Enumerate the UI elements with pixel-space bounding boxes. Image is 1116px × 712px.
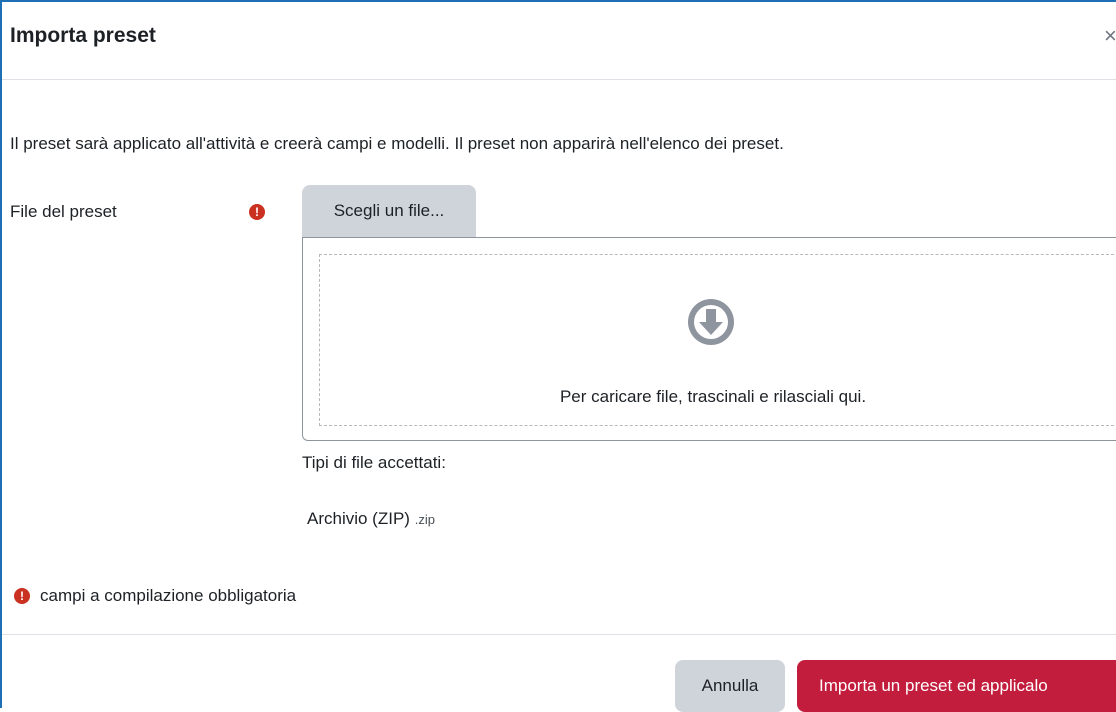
choose-file-button[interactable]: Scegli un file... [302,185,476,237]
download-icon [688,299,734,345]
import-apply-button[interactable]: Importa un preset ed applicalo [797,660,1116,712]
accepted-type-item: Archivio (ZIP) .zip [307,509,435,529]
modal-title: Importa preset [10,24,156,47]
accepted-type-name: Archivio (ZIP) [307,509,410,528]
required-legend-icon: ! [14,588,30,604]
footer-divider [2,634,1116,635]
modal-header: Importa preset × [2,2,1116,80]
import-preset-modal: Importa preset × Il preset sarà applicat… [0,0,1116,712]
required-icon: ! [249,204,265,220]
drop-zone[interactable]: Per caricare file, trascinali e rilascia… [319,254,1116,426]
intro-text: Il preset sarà applicato all'attività e … [10,134,784,153]
file-manager: Per caricare file, trascinali e rilascia… [302,237,1116,441]
accepted-types-label: Tipi di file accettati: [302,453,446,472]
required-legend-text: campi a compilazione obbligatoria [40,586,297,605]
accepted-type-extension: .zip [414,512,435,527]
close-icon[interactable]: × [1104,25,1116,47]
drop-zone-text: Per caricare file, trascinali e rilascia… [559,387,867,406]
file-field-label: File del preset [10,202,117,221]
cancel-button[interactable]: Annulla [675,660,785,712]
